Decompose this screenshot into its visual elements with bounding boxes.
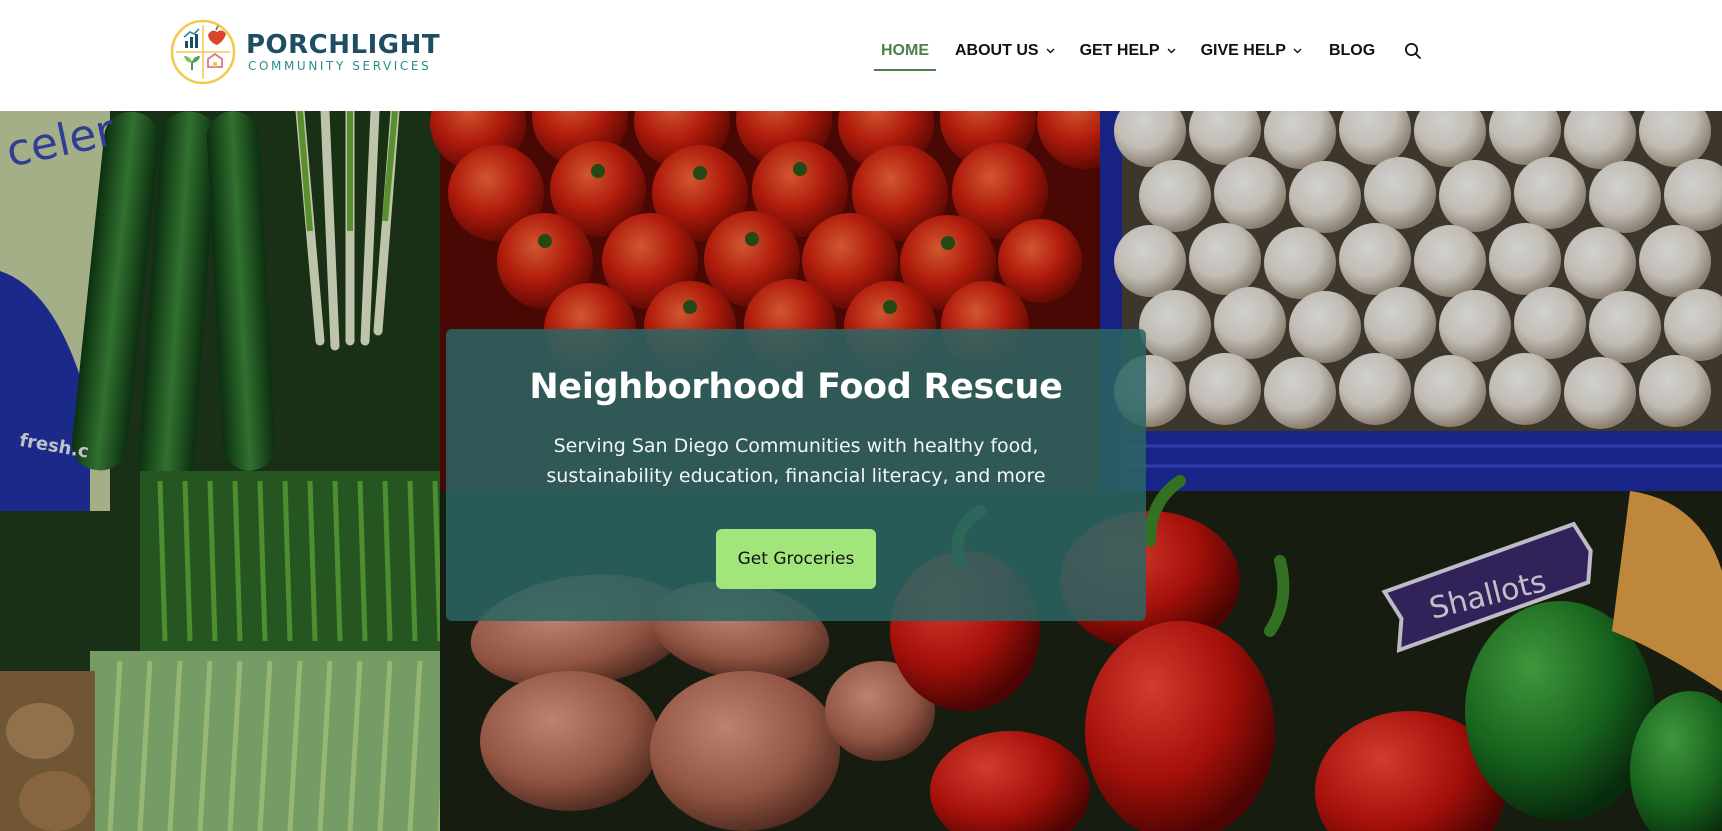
nav-item-blog[interactable]: BLOG: [1329, 38, 1375, 64]
nav-item-about-us[interactable]: ABOUT US: [955, 38, 1055, 64]
search-icon[interactable]: [1404, 42, 1422, 60]
hero-section: celer fresh.c Shallots Neighborhood Food…: [0, 111, 1722, 831]
main-nav: HOME ABOUT US GET HELP GIVE HELP BLOG: [874, 38, 1375, 71]
get-groceries-button[interactable]: Get Groceries: [716, 529, 876, 589]
hero-title: Neighborhood Food Rescue: [529, 367, 1063, 407]
brand-title: PORCHLIGHT: [246, 30, 441, 60]
nav-item-label: GET HELP: [1079, 42, 1160, 59]
chevron-down-icon: [1167, 48, 1176, 54]
nav-item-label: BLOG: [1328, 42, 1376, 59]
nav-item-get-help[interactable]: GET HELP: [1080, 38, 1176, 64]
brand-subtitle: COMMUNITY SERVICES: [248, 59, 432, 73]
nav-item-label: ABOUT US: [955, 42, 1039, 59]
brand-logo[interactable]: PORCHLIGHT COMMUNITY SERVICES: [170, 18, 440, 86]
nav-item-home[interactable]: HOME: [874, 38, 936, 71]
porchlight-logo-icon: [170, 19, 236, 85]
nav-item-label: GIVE HELP: [1200, 42, 1286, 59]
site-header: PORCHLIGHT COMMUNITY SERVICES HOME ABOUT…: [0, 0, 1722, 111]
chevron-down-icon: [1046, 48, 1055, 54]
hero-card: Neighborhood Food Rescue Serving San Die…: [446, 329, 1146, 621]
hero-subtitle: Serving San Diego Communities with healt…: [546, 435, 1046, 487]
chevron-down-icon: [1293, 48, 1302, 54]
nav-item-give-help[interactable]: GIVE HELP: [1201, 38, 1302, 64]
nav-item-label: HOME: [881, 42, 929, 59]
